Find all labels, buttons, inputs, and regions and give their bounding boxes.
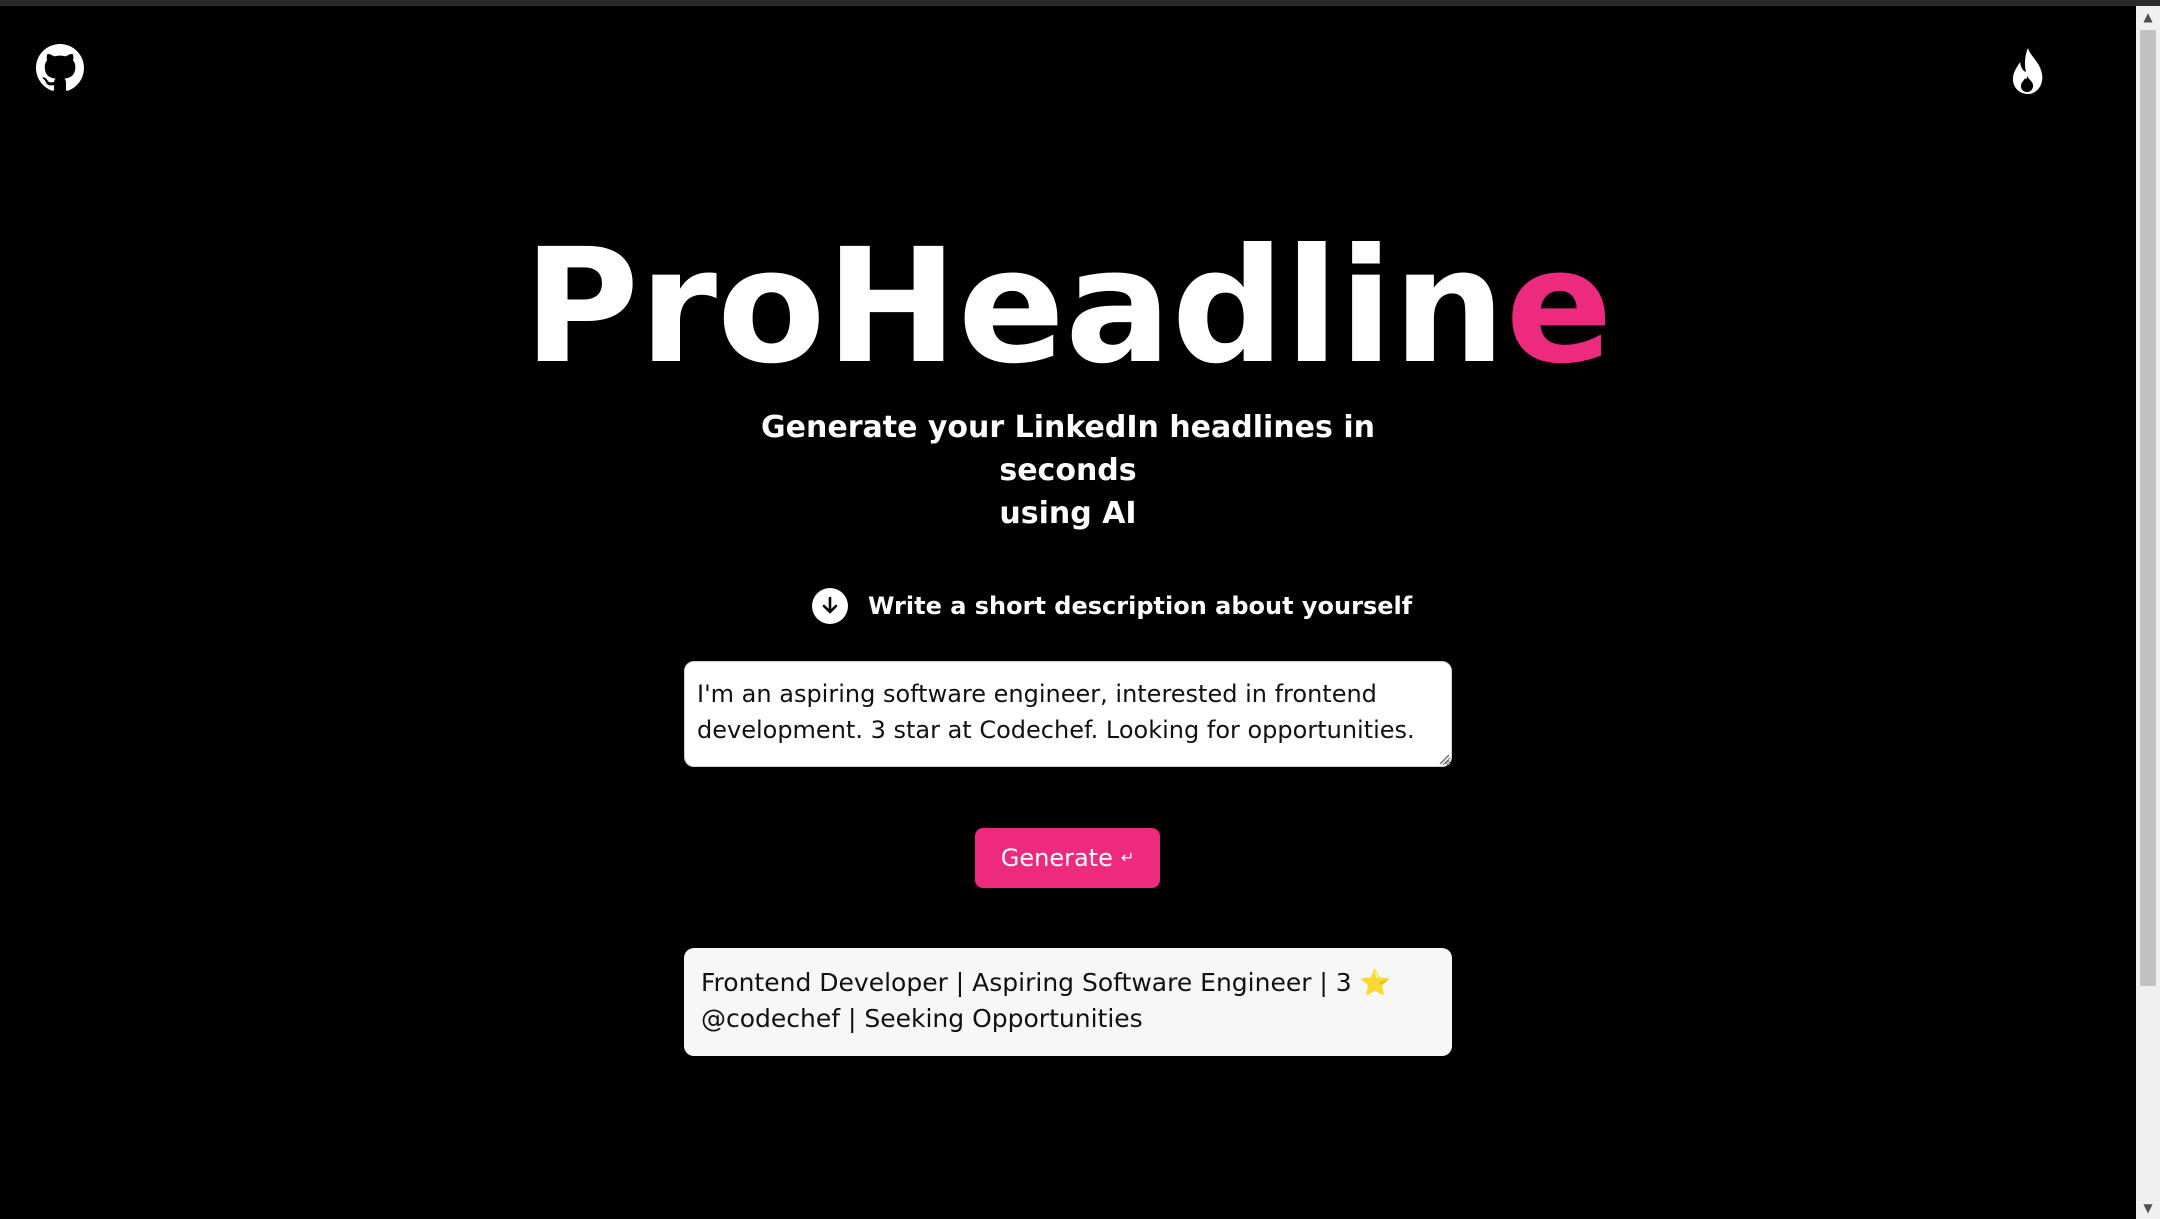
page: ProHeadline Generate your LinkedIn headl… bbox=[0, 6, 2136, 1219]
tagline-line-2: using AI bbox=[999, 496, 1137, 531]
scroll-down-icon[interactable]: ▼ bbox=[2136, 1197, 2160, 1219]
result-text: Frontend Developer | Aspiring Software E… bbox=[701, 968, 1352, 997]
step-label: Write a short description about yourself bbox=[868, 592, 1413, 620]
resize-grip-icon[interactable] bbox=[1436, 751, 1450, 765]
vertical-scrollbar[interactable]: ▲ ▼ bbox=[2136, 6, 2160, 1219]
enter-icon: ↵ bbox=[1120, 848, 1135, 867]
description-input[interactable]: I'm an aspiring software engineer, inter… bbox=[684, 661, 1452, 767]
scroll-up-icon[interactable]: ▲ bbox=[2136, 6, 2160, 28]
star-icon: ⭐ bbox=[1359, 968, 1391, 997]
app-title: ProHeadline bbox=[0, 222, 2136, 392]
result-card[interactable]: Frontend Developer | Aspiring Software E… bbox=[684, 948, 1452, 1056]
generate-label: Generate bbox=[1000, 844, 1113, 872]
scroll-thumb[interactable] bbox=[2140, 30, 2156, 986]
title-main: ProHeadlin bbox=[523, 215, 1506, 399]
github-icon bbox=[36, 44, 84, 91]
fire-link[interactable] bbox=[2006, 46, 2050, 96]
arrow-down-circle-icon bbox=[812, 588, 848, 624]
tagline: Generate your LinkedIn headlines in seco… bbox=[700, 406, 1436, 535]
step-1: Write a short description about yourself bbox=[812, 586, 1412, 626]
tagline-line-1: Generate your LinkedIn headlines in seco… bbox=[761, 410, 1375, 488]
title-accent: e bbox=[1505, 215, 1613, 399]
github-link[interactable] bbox=[36, 44, 84, 92]
generate-button[interactable]: Generate ↵ bbox=[975, 828, 1160, 888]
result-text-continued: @codechef | Seeking Opportunities bbox=[701, 1004, 1143, 1033]
fire-icon bbox=[2012, 48, 2043, 94]
